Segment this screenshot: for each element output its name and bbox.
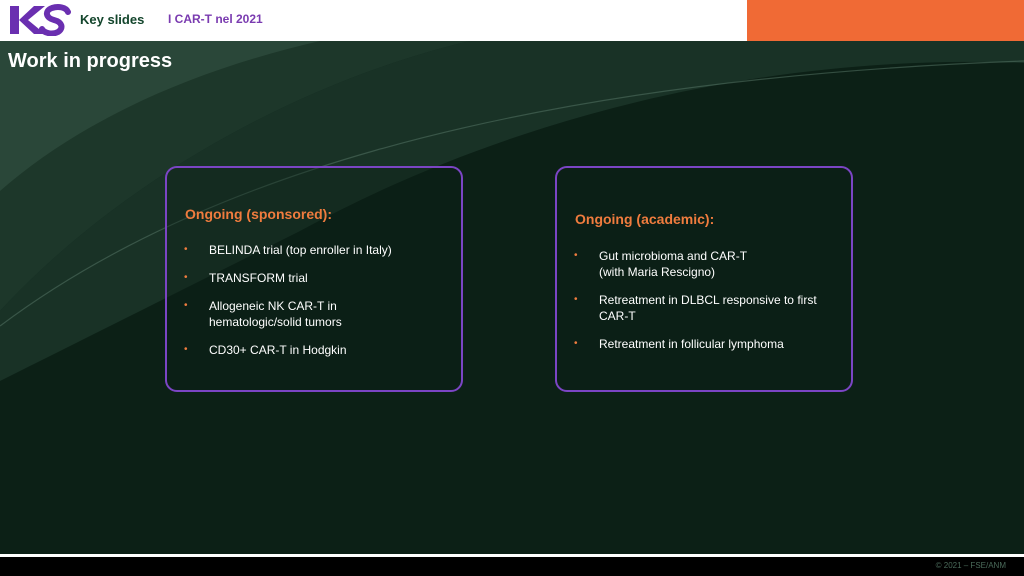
- list-item: • Retreatment in DLBCL responsive to firs…: [573, 292, 839, 324]
- list-item: • Retreatment in follicular lymphoma: [573, 336, 839, 352]
- bullet-icon: •: [574, 338, 578, 349]
- footer-bar: © 2021 – FSE/ANM: [0, 557, 1024, 576]
- list-item-text: TRANSFORM trial: [209, 271, 308, 285]
- background-swoosh: [0, 41, 1024, 554]
- list-item: • Gut microbioma and CAR-T (with Maria Re…: [573, 248, 839, 280]
- list-item: • TRANSFORM trial: [183, 270, 449, 286]
- bullet-icon: •: [184, 300, 188, 311]
- list-item: • BELINDA trial (top enroller in Italy): [183, 242, 449, 258]
- card-title: Ongoing (sponsored):: [185, 206, 332, 222]
- copyright-text: © 2021 – FSE/ANM: [935, 561, 1006, 570]
- bullet-icon: •: [184, 344, 188, 355]
- presentation-title: I CAR-T nel 2021: [168, 12, 263, 26]
- list-item-text: Retreatment in follicular lymphoma: [599, 337, 784, 351]
- list-item: • Allogeneic NK CAR-T in hematologic/soli…: [183, 298, 449, 330]
- list-item-text: Gut microbioma and CAR-T (with Maria Res…: [599, 249, 748, 279]
- card-sponsored: Ongoing (sponsored): • BELINDA trial (top…: [165, 166, 463, 392]
- list-item-text: BELINDA trial (top enroller in Italy): [209, 243, 392, 257]
- bullet-icon: •: [574, 250, 578, 261]
- page-title: Work in progress: [8, 50, 173, 72]
- bullet-icon: •: [184, 272, 188, 283]
- list-item: • CD30+ CAR-T in Hodgkin: [183, 342, 449, 358]
- bullet-icon: •: [184, 244, 188, 255]
- list-item-text: CD30+ CAR-T in Hodgkin: [209, 343, 347, 357]
- header-bar: Key slides I CAR-T nel 2021: [0, 0, 1024, 41]
- card-academic: Ongoing (academic): • Gut microbioma and …: [555, 166, 853, 392]
- item-list: • BELINDA trial (top enroller in Italy) •…: [183, 242, 449, 370]
- header-accent-bar: [747, 0, 1024, 41]
- brand-label: Key slides: [80, 12, 145, 27]
- ks-logo: [10, 4, 71, 36]
- item-list: • Gut microbioma and CAR-T (with Maria Re…: [573, 248, 839, 364]
- bullet-icon: •: [574, 294, 578, 305]
- list-item-text: Allogeneic NK CAR-T in hematologic/solid…: [209, 299, 342, 329]
- card-title: Ongoing (academic):: [575, 211, 715, 227]
- list-item-text: Retreatment in DLBCL responsive to first…: [599, 293, 817, 323]
